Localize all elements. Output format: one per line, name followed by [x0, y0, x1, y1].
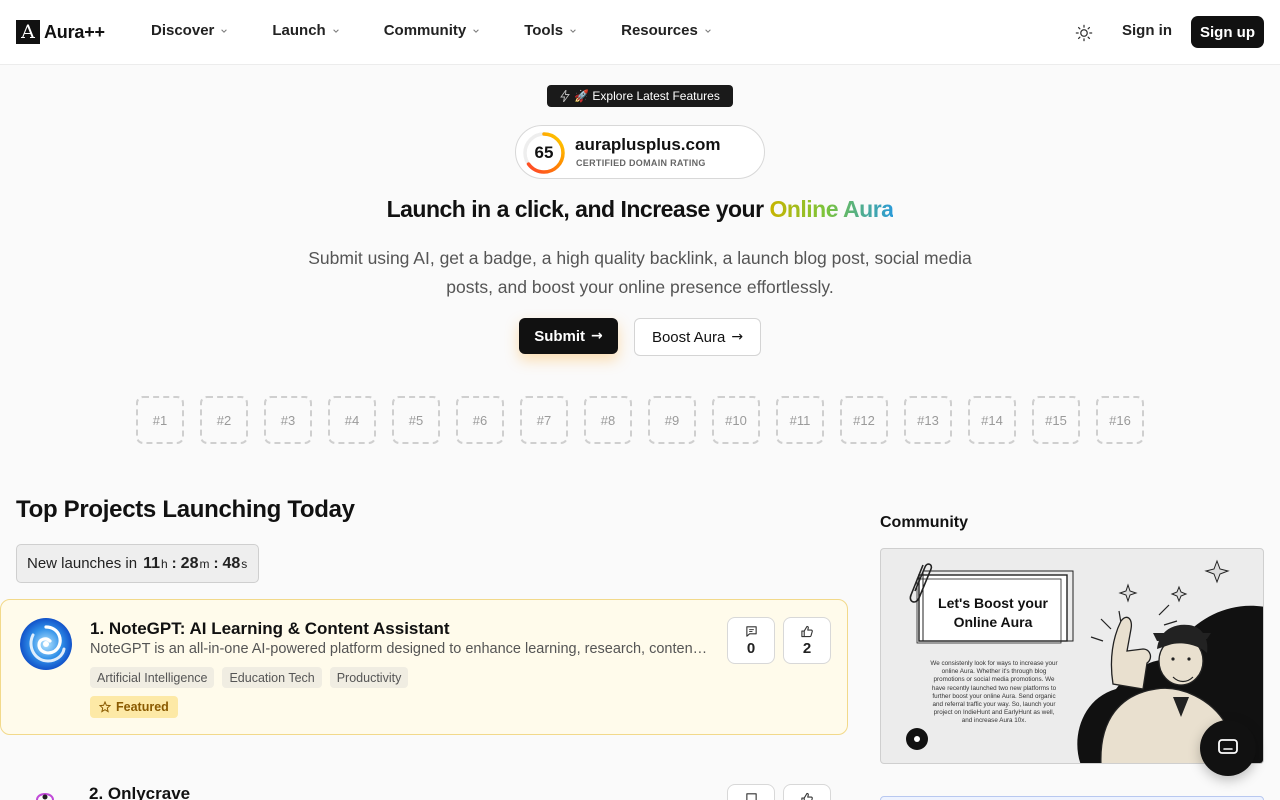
comment-icon: [745, 625, 757, 637]
nav-discover[interactable]: Discover: [151, 22, 228, 39]
countdown-hours-unit: h: [160, 556, 168, 571]
launch-slot[interactable]: #2: [200, 396, 248, 444]
launch-slot[interactable]: #3: [264, 396, 312, 444]
hero-subtext: Submit using AI, get a badge, a high qua…: [308, 248, 972, 297]
logo[interactable]: A Aura++: [16, 20, 105, 44]
comment-icon: [745, 793, 757, 800]
thumbs-up-icon: [801, 792, 813, 800]
boost-aura-button[interactable]: Boost Aura →: [634, 318, 761, 356]
community-card-body: We consistenly look for ways to increase…: [930, 660, 1058, 725]
nav-community-label: Community: [383, 22, 467, 39]
featured-badge: Featured: [90, 696, 178, 718]
upvote-button[interactable]: 2: [783, 617, 831, 664]
sign-in-link[interactable]: Sign in: [1122, 22, 1172, 39]
launch-slot[interactable]: #11: [776, 396, 824, 444]
domain-rating-caption: CERTIFIED DOMAIN RATING: [576, 158, 706, 168]
nav-discover-label: Discover: [151, 22, 215, 39]
upvote-button[interactable]: [783, 784, 831, 800]
project-title[interactable]: 1. NoteGPT: AI Learning & Content Assist…: [90, 619, 450, 639]
thumbs-up-icon: [801, 625, 813, 637]
countdown-label: New launches in: [27, 555, 138, 572]
launch-slots: #1 #2 #3 #4 #5 #6 #7 #8 #9 #10 #11 #12 #…: [136, 396, 1144, 444]
nav-resources-label: Resources: [621, 22, 698, 39]
countdown-seconds-unit: s: [241, 556, 248, 571]
launch-slot[interactable]: #1: [136, 396, 184, 444]
projects-section-title: Top Projects Launching Today: [16, 496, 355, 523]
hero-headline-highlight: Online Aura: [769, 196, 894, 222]
project-tag[interactable]: Education Tech: [222, 667, 322, 688]
nav-tools[interactable]: Tools: [524, 22, 577, 39]
launch-slot[interactable]: #7: [520, 396, 568, 444]
project-tag[interactable]: Productivity: [329, 667, 409, 688]
launch-slot[interactable]: #12: [840, 396, 888, 444]
nav-resources[interactable]: Resources: [621, 22, 712, 39]
launch-slot[interactable]: #16: [1096, 396, 1144, 444]
project-tags: Artificial Intelligence Education Tech P…: [90, 667, 409, 688]
countdown-minutes-unit: m: [199, 556, 210, 571]
featured-badge-label: Featured: [116, 700, 169, 714]
boost-aura-button-label: Boost Aura: [651, 328, 726, 346]
countdown-separator: :: [213, 555, 219, 572]
explore-features-pill[interactable]: 🚀 Explore Latest Features: [547, 85, 733, 107]
arrow-right-icon: →: [731, 329, 744, 345]
notegpt-logo: [20, 618, 72, 670]
explore-features-label: 🚀 Explore Latest Features: [574, 89, 720, 103]
launch-slot[interactable]: #14: [968, 396, 1016, 444]
community-title: Community: [880, 514, 968, 531]
domain-name: auraplusplus.com: [575, 135, 721, 154]
nav-launch[interactable]: Launch: [272, 22, 339, 39]
chat-button[interactable]: [1200, 720, 1256, 776]
chevron-down-icon: [473, 28, 479, 33]
comments-button[interactable]: 0: [727, 617, 775, 664]
onlycrave-logo: [36, 793, 54, 800]
lightning-icon: [560, 90, 571, 102]
project-description: NoteGPT is an all-in-one AI-powered plat…: [90, 641, 710, 657]
submit-button[interactable]: Submit →: [519, 318, 618, 354]
chevron-down-icon: [221, 28, 228, 33]
launch-slot[interactable]: #15: [1032, 396, 1080, 444]
community-card-headline: Let's Boost your Online Aura: [938, 595, 1048, 630]
comments-button[interactable]: [727, 784, 775, 800]
project-tag[interactable]: Artificial Intelligence: [90, 667, 215, 688]
arrow-right-icon: →: [591, 328, 603, 344]
chat-icon: [1218, 739, 1238, 754]
nav-tools-label: Tools: [524, 22, 564, 39]
countdown-separator: :: [171, 555, 177, 572]
chevron-down-icon: [570, 28, 576, 33]
star-icon: [99, 701, 111, 713]
chevron-down-icon: [705, 28, 711, 33]
domain-rating-card[interactable]: 65 auraplusplus.com CERTIFIED DOMAIN RAT…: [515, 125, 765, 179]
logo-mark: A: [16, 20, 40, 44]
countdown-minutes: 28: [180, 554, 199, 572]
launch-slot[interactable]: #4: [328, 396, 376, 444]
sign-up-button[interactable]: Sign up: [1191, 16, 1264, 48]
comments-count: 0: [746, 639, 756, 657]
countdown-hours: 11: [143, 554, 160, 572]
main-nav: Discover Launch Community Tools Resource…: [151, 22, 756, 39]
launch-slot[interactable]: #6: [456, 396, 504, 444]
sun-icon[interactable]: [1075, 24, 1093, 42]
launch-slot[interactable]: #13: [904, 396, 952, 444]
nav-launch-label: Launch: [272, 22, 326, 39]
launch-slot[interactable]: #10: [712, 396, 760, 444]
top-navigation-bar: A Aura++ Discover Launch Community Tools…: [0, 0, 1280, 65]
hero-headline: Launch in a click, and Increase your Onl…: [0, 196, 1280, 223]
launch-slot[interactable]: #8: [584, 396, 632, 444]
launch-countdown: New launches in 11 h : 28 m : 48 s: [16, 544, 259, 583]
project-title[interactable]: 2. Onlycrave: [89, 784, 190, 800]
logo-text: Aura++: [44, 21, 105, 42]
submit-button-label: Submit: [534, 327, 586, 345]
nav-community[interactable]: Community: [384, 22, 481, 39]
countdown-seconds: 48: [222, 554, 241, 572]
launch-slot[interactable]: #5: [392, 396, 440, 444]
next-card-edge: [880, 796, 1264, 800]
upvote-count: 2: [802, 639, 812, 657]
hero-headline-prefix: Launch in a click, and Increase your: [386, 196, 770, 222]
launch-slot[interactable]: #9: [648, 396, 696, 444]
chevron-down-icon: [332, 28, 339, 33]
project-card[interactable]: 1. NoteGPT: AI Learning & Content Assist…: [0, 599, 848, 735]
domain-score-value: 65: [534, 143, 554, 162]
